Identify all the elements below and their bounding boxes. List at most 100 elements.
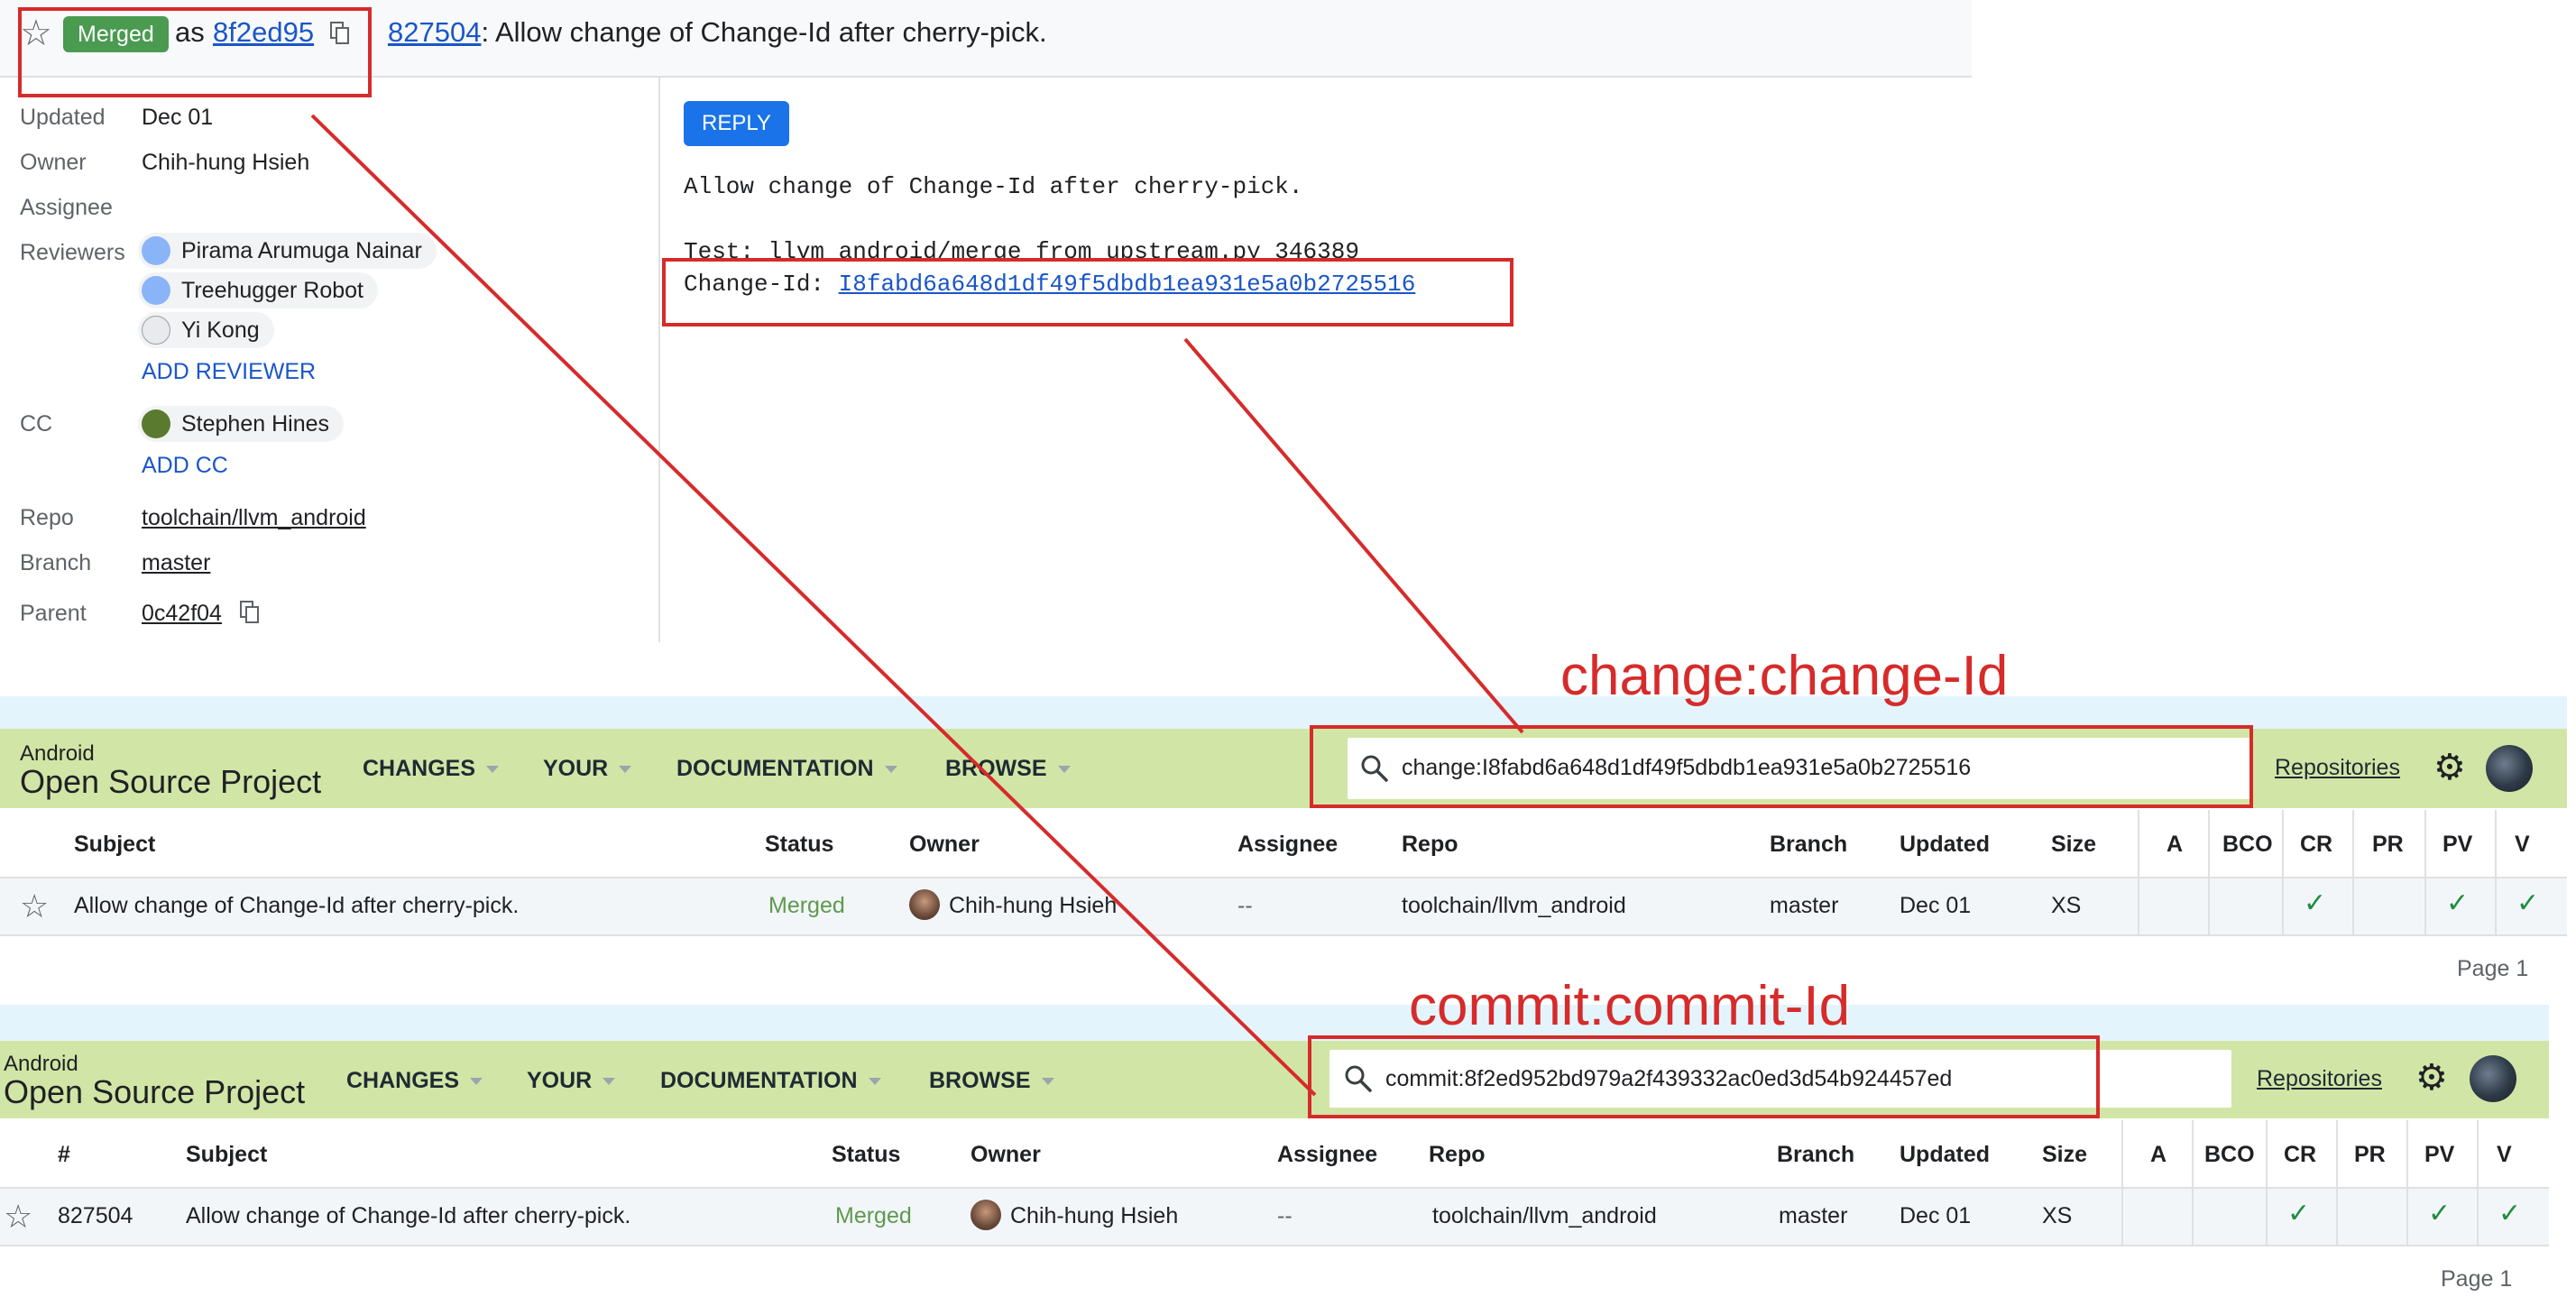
check-icon: ✓	[2516, 888, 2540, 918]
row-repo[interactable]: toolchain/llvm_android	[1402, 893, 1626, 919]
col-owner[interactable]: Owner	[909, 832, 980, 858]
gear-icon[interactable]: ⚙	[2415, 1057, 2448, 1099]
brand-title[interactable]: Open Source Project	[4, 1073, 305, 1111]
gear-icon[interactable]: ⚙	[2433, 747, 2466, 788]
col-status[interactable]: Status	[765, 832, 833, 858]
panel-top-strip	[0, 696, 2567, 729]
repositories-link[interactable]: Repositories	[2275, 755, 2400, 781]
repositories-link[interactable]: Repositories	[2257, 1066, 2382, 1092]
col-bco[interactable]: BCO	[2204, 1142, 2255, 1168]
chevron-down-icon	[868, 1078, 881, 1086]
nav-your[interactable]: YOUR	[543, 756, 632, 782]
col-subject[interactable]: Subject	[74, 832, 155, 858]
commit-test-line-clip: Test: llvm_android/merge_from_upstream.p…	[684, 235, 1369, 258]
branch-link[interactable]: master	[142, 550, 210, 576]
star-icon[interactable]: ☆	[4, 1198, 32, 1236]
updated-value: Dec 01	[142, 105, 214, 130]
change-title: 827504: Allow change of Change-Id after …	[388, 16, 1047, 49]
row-owner[interactable]: Chih-hung Hsieh	[1010, 1203, 1178, 1229]
col-repo[interactable]: Repo	[1429, 1142, 1486, 1168]
col-cr[interactable]: CR	[2284, 1142, 2316, 1168]
reviewer-chip[interactable]: Pirama Arumuga Nainar	[138, 233, 437, 269]
row-number[interactable]: 827504	[58, 1203, 133, 1229]
col-status[interactable]: Status	[832, 1142, 900, 1168]
col-bco[interactable]: BCO	[2222, 832, 2273, 858]
change-subject: : Allow change of Change-Id after cherry…	[481, 16, 1047, 48]
row-branch[interactable]: master	[1779, 1203, 1847, 1229]
avatar	[142, 409, 170, 438]
annotation-label-commit: commit:commit-Id	[1409, 975, 1851, 1037]
col-a[interactable]: A	[2167, 832, 2183, 858]
nav-browse[interactable]: BROWSE	[945, 756, 1071, 782]
nav-documentation[interactable]: DOCUMENTATION	[660, 1068, 881, 1094]
person-icon	[142, 276, 170, 305]
avatar[interactable]	[2470, 1055, 2516, 1102]
row-subject[interactable]: Allow change of Change-Id after cherry-p…	[186, 1203, 630, 1229]
col-repo[interactable]: Repo	[1402, 832, 1458, 858]
col-pv[interactable]: PV	[2424, 1142, 2454, 1168]
annotation-box-change-id	[662, 258, 1513, 326]
avatar[interactable]	[2486, 745, 2533, 792]
page-indicator: Page 1	[2441, 1266, 2513, 1292]
nav-your[interactable]: YOUR	[527, 1068, 616, 1094]
chevron-down-icon	[603, 1078, 616, 1086]
owner-value[interactable]: Chih-hung Hsieh	[142, 150, 309, 176]
col-branch[interactable]: Branch	[1777, 1142, 1854, 1168]
reply-button[interactable]: REPLY	[684, 101, 789, 146]
row-size: XS	[2042, 1203, 2073, 1228]
col-number[interactable]: #	[58, 1142, 70, 1168]
chevron-down-icon	[619, 766, 632, 774]
check-icon: ✓	[2428, 1199, 2452, 1228]
col-a[interactable]: A	[2150, 1142, 2167, 1168]
col-cr[interactable]: CR	[2300, 832, 2332, 858]
row-assignee: --	[1277, 1203, 1293, 1228]
row-divider	[0, 1245, 2549, 1246]
col-subject[interactable]: Subject	[186, 1142, 267, 1168]
col-v[interactable]: V	[2515, 832, 2530, 858]
row-updated: Dec 01	[1900, 1203, 1972, 1228]
col-pr[interactable]: PR	[2372, 832, 2404, 858]
col-size[interactable]: Size	[2051, 832, 2096, 858]
row-branch[interactable]: master	[1770, 893, 1838, 919]
reviewer-chip[interactable]: Yi Kong	[138, 312, 274, 348]
commit-subject: Allow change of Change-Id after cherry-p…	[684, 173, 1303, 200]
chevron-down-icon	[486, 766, 500, 774]
row-owner[interactable]: Chih-hung Hsieh	[949, 893, 1117, 919]
assignee-label: Assignee	[20, 195, 113, 220]
col-updated[interactable]: Updated	[1900, 1142, 1990, 1168]
col-v[interactable]: V	[2497, 1142, 2512, 1168]
col-branch[interactable]: Branch	[1770, 832, 1847, 858]
col-owner[interactable]: Owner	[971, 1142, 1041, 1168]
row-subject[interactable]: Allow change of Change-Id after cherry-p…	[74, 893, 519, 919]
brand-title[interactable]: Open Source Project	[20, 763, 321, 801]
reviewer-name: Pirama Arumuga Nainar	[181, 238, 422, 263]
nav-changes[interactable]: CHANGES	[346, 1068, 483, 1094]
change-number-link[interactable]: 827504	[388, 16, 481, 48]
col-pr[interactable]: PR	[2354, 1142, 2386, 1168]
col-assignee[interactable]: Assignee	[1237, 832, 1338, 858]
add-reviewer-button[interactable]: ADD REVIEWER	[142, 359, 316, 385]
copy-icon[interactable]	[240, 601, 260, 624]
col-updated[interactable]: Updated	[1900, 832, 1990, 858]
row-status: Merged	[835, 1203, 912, 1228]
row-updated: Dec 01	[1900, 893, 1972, 918]
repo-label: Repo	[20, 505, 74, 530]
page-indicator: Page 1	[2457, 956, 2529, 981]
col-pv[interactable]: PV	[2443, 832, 2472, 858]
check-icon: ✓	[2287, 1199, 2311, 1228]
add-cc-button[interactable]: ADD CC	[142, 453, 228, 479]
col-size[interactable]: Size	[2042, 1142, 2087, 1168]
star-icon[interactable]: ☆	[20, 888, 49, 925]
reviewer-chip[interactable]: Treehugger Robot	[138, 272, 378, 308]
row-repo[interactable]: toolchain/llvm_android	[1432, 1203, 1657, 1229]
nav-browse[interactable]: BROWSE	[929, 1068, 1054, 1094]
chevron-down-icon	[470, 1078, 483, 1086]
col-assignee[interactable]: Assignee	[1277, 1142, 1377, 1168]
nav-documentation[interactable]: DOCUMENTATION	[676, 756, 897, 782]
repo-link[interactable]: toolchain/llvm_android	[142, 505, 366, 531]
annotation-box-commit-search	[1308, 1035, 2100, 1118]
parent-link[interactable]: 0c42f04	[142, 601, 222, 627]
avatar	[909, 889, 940, 920]
nav-changes[interactable]: CHANGES	[363, 756, 500, 782]
cc-chip[interactable]: Stephen Hines	[138, 406, 345, 442]
